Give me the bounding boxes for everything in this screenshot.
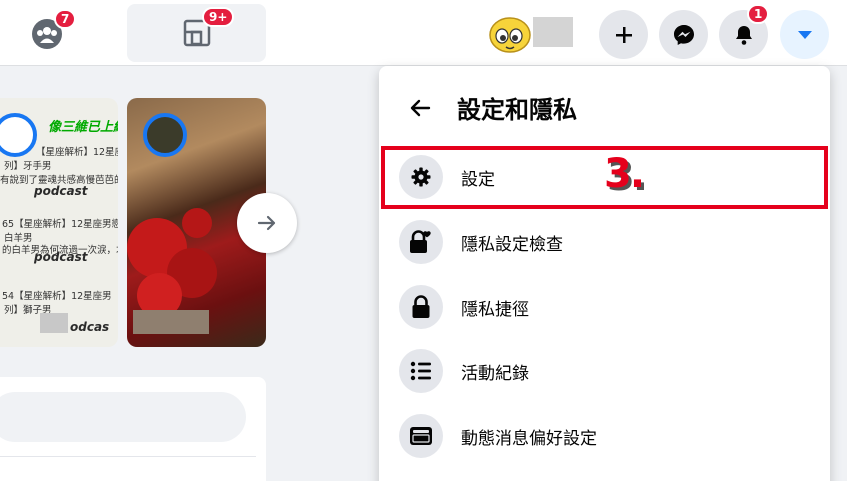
feed-icon — [399, 414, 443, 458]
create-button[interactable] — [599, 10, 648, 59]
story-avatar — [0, 113, 37, 157]
menu-item-privacy-shortcuts[interactable]: 隱私捷徑 — [387, 278, 822, 336]
lock-heart-icon — [399, 220, 443, 264]
list-icon — [399, 349, 443, 393]
menu-item-activity-log[interactable]: 活動紀錄 — [387, 342, 822, 400]
gaming-badge: 9+ — [202, 7, 235, 27]
menu-title: 設定和隱私 — [457, 96, 577, 124]
post-composer-input[interactable] — [0, 392, 246, 442]
groups-badge: 7 — [54, 9, 77, 29]
story-card[interactable]: 像三維已上線 【星座解析】12星座男 列】牙手男 有說到了靈魂共感高慢芭芭的 p… — [0, 98, 118, 347]
plus-icon — [615, 26, 632, 43]
story-text-line: 列】牙手男 — [4, 161, 52, 172]
menu-item-news-feed-preferences[interactable]: 動態消息偏好設定 — [387, 407, 822, 465]
story-text-line: 【星座解析】12星座男 — [36, 147, 118, 158]
stories-next-button[interactable] — [237, 193, 297, 253]
account-menu-button[interactable] — [780, 10, 829, 59]
bell-icon — [735, 25, 752, 45]
messenger-icon — [673, 24, 694, 45]
settings-privacy-menu: 設定和隱私 設定 隱私設定檢查 隱私捷徑 活動紀錄 動態消息偏好設定 — [379, 66, 830, 481]
post-composer-card — [0, 377, 266, 481]
story-podcast-label: odcas — [70, 320, 110, 334]
back-button[interactable] — [400, 88, 440, 128]
profile-avatar[interactable] — [488, 14, 532, 54]
story-text-line: 65【星座解析】12星座男戀 — [2, 219, 118, 230]
top-navigation-bar: 7 9+ 1 — [0, 0, 847, 66]
story-name-redacted — [133, 310, 209, 334]
notifications-badge: 1 — [747, 4, 770, 24]
arrow-right-icon — [257, 215, 276, 231]
menu-item-label: 隱私設定檢查 — [461, 234, 563, 255]
profile-name-redacted — [533, 17, 573, 47]
menu-item-privacy-checkup[interactable]: 隱私設定檢查 — [387, 213, 822, 271]
story-avatar — [143, 113, 187, 157]
caret-down-icon — [797, 30, 812, 39]
menu-item-label: 活動紀錄 — [461, 363, 529, 384]
avatar-emoji-icon — [489, 17, 531, 53]
menu-item-label: 隱私捷徑 — [461, 299, 529, 320]
nav-gaming-tab[interactable]: 9+ — [127, 4, 266, 62]
notifications-button[interactable]: 1 — [719, 4, 770, 59]
divider — [0, 456, 256, 457]
story-text-line: 54【星座解析】12星座男 — [2, 291, 112, 302]
story-title: 像三維已上線 — [48, 120, 118, 135]
menu-item-label: 動態消息偏好設定 — [461, 428, 597, 449]
nav-groups-tab[interactable]: 7 — [14, 6, 80, 62]
arrow-left-icon — [410, 99, 431, 117]
story-podcast-label: podcast — [34, 250, 88, 264]
lock-icon — [399, 285, 443, 329]
step-number-annotation: 3. — [604, 151, 645, 197]
story-name-redacted — [40, 313, 68, 333]
story-podcast-label: podcast — [34, 184, 88, 198]
messenger-button[interactable] — [659, 10, 708, 59]
